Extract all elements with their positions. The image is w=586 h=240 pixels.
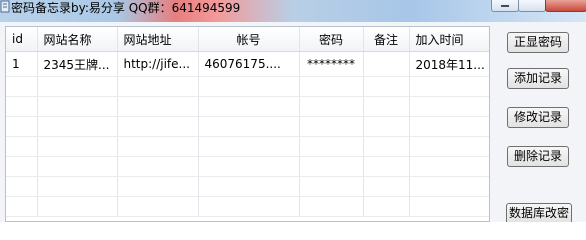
- table-row[interactable]: 1 2345王牌... http://jife... 46076175.... …: [6, 51, 489, 77]
- maximize-button[interactable]: [518, 0, 546, 12]
- minimize-icon: [501, 5, 509, 7]
- delete-record-button[interactable]: 删除记录: [507, 146, 569, 167]
- empty-row: [6, 156, 489, 177]
- edit-record-button[interactable]: 修改记录: [507, 107, 569, 128]
- column-header-note[interactable]: 备注: [363, 27, 410, 52]
- cell-site-url: http://jife...: [117, 51, 199, 77]
- empty-row: [6, 116, 489, 137]
- cell-password: ********: [299, 51, 364, 77]
- minimize-button[interactable]: [491, 0, 519, 12]
- add-record-button[interactable]: 添加记录: [507, 68, 569, 89]
- column-header-added-time[interactable]: 加入时间: [409, 27, 489, 52]
- cell-account: 46076175....: [198, 51, 300, 77]
- column-header-account[interactable]: 帐号: [198, 27, 300, 52]
- column-header-site-name[interactable]: 网站名称: [37, 27, 118, 52]
- close-button[interactable]: [545, 0, 586, 12]
- table-header-row: id 网站名称 网站地址 帐号 密码 备注 加入时间: [6, 27, 489, 52]
- column-header-site-url[interactable]: 网站地址: [117, 27, 199, 52]
- title-bar[interactable]: 密码备忘录by:易分享 QQ群：641494599: [0, 0, 586, 22]
- empty-row: [6, 76, 489, 97]
- empty-row: [6, 196, 489, 217]
- empty-row: [6, 136, 489, 157]
- cell-site-name: 2345王牌...: [37, 51, 118, 77]
- cell-added-time: 2018年11...: [409, 51, 489, 77]
- database-change-password-button[interactable]: 数据库改密: [506, 203, 572, 222]
- empty-row: [6, 96, 489, 117]
- cell-id: 1: [6, 51, 38, 77]
- app-icon: [0, 0, 10, 13]
- column-header-password[interactable]: 密码: [299, 27, 364, 52]
- column-header-id[interactable]: id: [6, 27, 38, 52]
- cell-note: [363, 51, 410, 77]
- show-password-button[interactable]: 正显密码: [507, 32, 569, 53]
- app-window: 密码备忘录by:易分享 QQ群：641494599 id 网站名称 网站地址 帐: [0, 0, 586, 222]
- window-title: 密码备忘录by:易分享 QQ群：641494599: [11, 1, 241, 15]
- password-table[interactable]: id 网站名称 网站地址 帐号 密码 备注 加入时间 1 2345王牌... h…: [5, 26, 490, 222]
- empty-row: [6, 176, 489, 197]
